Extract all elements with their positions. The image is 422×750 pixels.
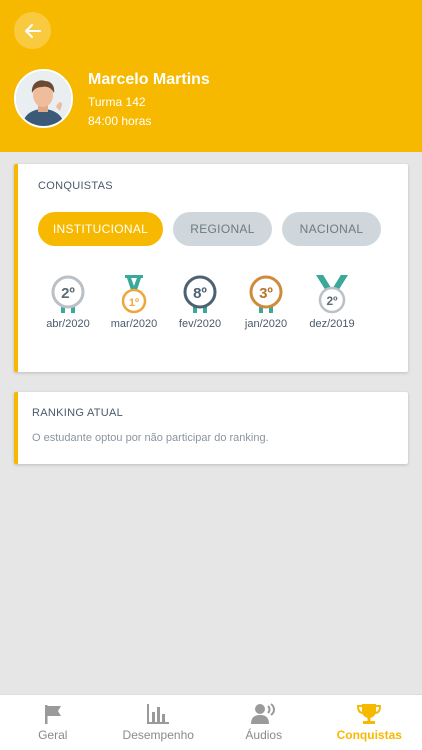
flag-icon	[44, 705, 61, 724]
arrow-left-icon	[24, 23, 41, 38]
back-button[interactable]	[14, 12, 51, 49]
student-hours: 84:00 horas	[88, 114, 152, 128]
medal-date: dez/2019	[309, 318, 355, 330]
trophy-icon	[357, 704, 382, 724]
medal-place: 8º	[193, 285, 207, 302]
tab-nacional[interactable]: NACIONAL	[282, 212, 381, 246]
medal-item[interactable]: 2º abr/2020	[36, 274, 100, 330]
nav-item-desempenho[interactable]: Desempenho	[106, 695, 212, 750]
medal-icon: 8º	[183, 275, 217, 313]
student-turma: Turma 142	[88, 95, 146, 109]
medal-item[interactable]: 1º mar/2020	[102, 274, 166, 330]
medal-icon: 2º	[51, 275, 85, 313]
medal-ribbon-icon: 2º	[316, 274, 348, 314]
medal-date: jan/2020	[244, 318, 288, 330]
medal-item[interactable]: 2º dez/2019	[300, 274, 364, 330]
medal-place: 1º	[129, 297, 139, 309]
medal-place: 2º	[326, 294, 338, 308]
ranking-card: RANKING ATUAL O estudante optou por não …	[14, 392, 408, 464]
medal-date: fev/2020	[178, 318, 222, 330]
nav-label: Desempenho	[122, 728, 194, 742]
speaker-person-icon	[250, 703, 275, 724]
medal-ribbon-icon: 1º	[121, 275, 147, 314]
tab-regional[interactable]: REGIONAL	[173, 212, 272, 246]
ranking-title: RANKING ATUAL	[32, 407, 124, 419]
nav-item-audios[interactable]: Áudios	[211, 695, 317, 750]
tab-institucional[interactable]: INSTITUCIONAL	[38, 212, 163, 246]
nav-label: Áudios	[245, 728, 283, 742]
avatar	[14, 69, 73, 128]
bar-chart-icon	[147, 704, 170, 724]
ranking-message: O estudante optou por não participar do …	[32, 432, 269, 444]
medal-item[interactable]: 3º jan/2020	[234, 274, 298, 330]
nav-label: Conquistas	[336, 728, 402, 742]
tab-label: NACIONAL	[299, 222, 364, 236]
student-name: Marcelo Martins	[88, 71, 210, 88]
medal-item[interactable]: 8º fev/2020	[168, 274, 232, 330]
medal-place: 2º	[61, 285, 75, 302]
medal-date: mar/2020	[110, 318, 158, 330]
nav-item-conquistas[interactable]: Conquistas	[317, 695, 422, 750]
tab-label: REGIONAL	[190, 222, 255, 236]
tab-label: INSTITUCIONAL	[52, 222, 149, 236]
medal-icon: 3º	[249, 275, 283, 313]
medal-place: 3º	[259, 285, 273, 302]
profile-header: Marcelo Martins Turma 142 84:00 horas	[0, 0, 422, 152]
nav-item-geral[interactable]: Geral	[0, 695, 106, 750]
bottom-navigation: Geral Desempenho Áudios Conquistas	[0, 694, 422, 750]
nav-label: Geral	[38, 728, 68, 742]
conquistas-card: CONQUISTAS INSTITUCIONAL REGIONAL NACION…	[14, 164, 408, 372]
medal-date: abr/2020	[46, 318, 90, 330]
conquistas-title: CONQUISTAS	[38, 180, 113, 192]
